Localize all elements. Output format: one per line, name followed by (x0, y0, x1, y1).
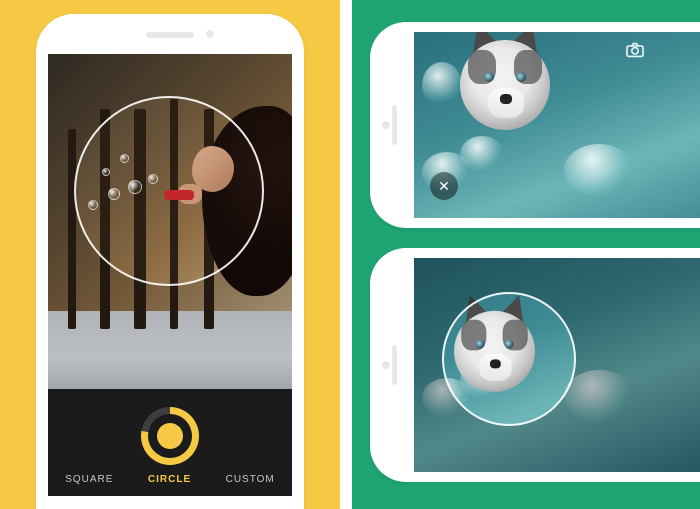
tab-square[interactable]: SQUARE (65, 474, 113, 485)
phone-mock-landscape-top: ✕ (370, 22, 700, 228)
scene-tree (100, 109, 110, 329)
scene-splash (564, 370, 634, 422)
scene-subject-person (162, 106, 292, 376)
app-screen-portrait: SQUARE CIRCLE CUSTOM (48, 54, 292, 496)
scene-bubble (102, 168, 110, 176)
scene-tree (68, 129, 76, 329)
close-icon: ✕ (438, 178, 450, 195)
phone-earpiece (392, 345, 397, 385)
tab-circle[interactable]: CIRCLE (148, 474, 191, 485)
scene-bubble (88, 200, 98, 210)
camera-viewfinder[interactable] (414, 258, 700, 472)
camera-icon[interactable] (625, 42, 645, 58)
phone-front-camera (206, 30, 214, 38)
phone-mock-landscape-bottom: CUSTOM CIRCLE SQUARE (370, 248, 700, 482)
phone-mock-portrait: SQUARE CIRCLE CUSTOM (36, 14, 304, 509)
app-screen-landscape-top: ✕ (414, 32, 700, 218)
close-button[interactable]: ✕ (430, 172, 458, 200)
scene-bubble (120, 154, 129, 163)
tab-custom[interactable]: CUSTOM (226, 474, 275, 485)
scene-splash (564, 144, 634, 196)
shape-tabs: SQUARE CIRCLE CUSTOM (48, 466, 292, 492)
scene-splash (422, 62, 462, 108)
phone-front-camera (382, 361, 390, 369)
scene-splash (460, 136, 504, 172)
phone-front-camera (382, 121, 390, 129)
control-bar: SQUARE CIRCLE CUSTOM (48, 389, 292, 496)
scene-bubble (148, 174, 158, 184)
scene-bubble (108, 188, 120, 200)
shutter-progress-ring (141, 407, 199, 465)
scene-bubble (128, 180, 142, 194)
phone-earpiece (392, 105, 397, 145)
shutter-button[interactable] (141, 407, 199, 465)
camera-viewfinder[interactable] (48, 54, 292, 389)
promo-panel-left: SQUARE CIRCLE CUSTOM (0, 0, 340, 509)
app-screen-landscape-bottom: CUSTOM CIRCLE SQUARE (414, 258, 700, 472)
phone-earpiece (146, 32, 194, 38)
scene-tree (134, 109, 146, 329)
promo-panel-right: ✕ (352, 0, 700, 509)
